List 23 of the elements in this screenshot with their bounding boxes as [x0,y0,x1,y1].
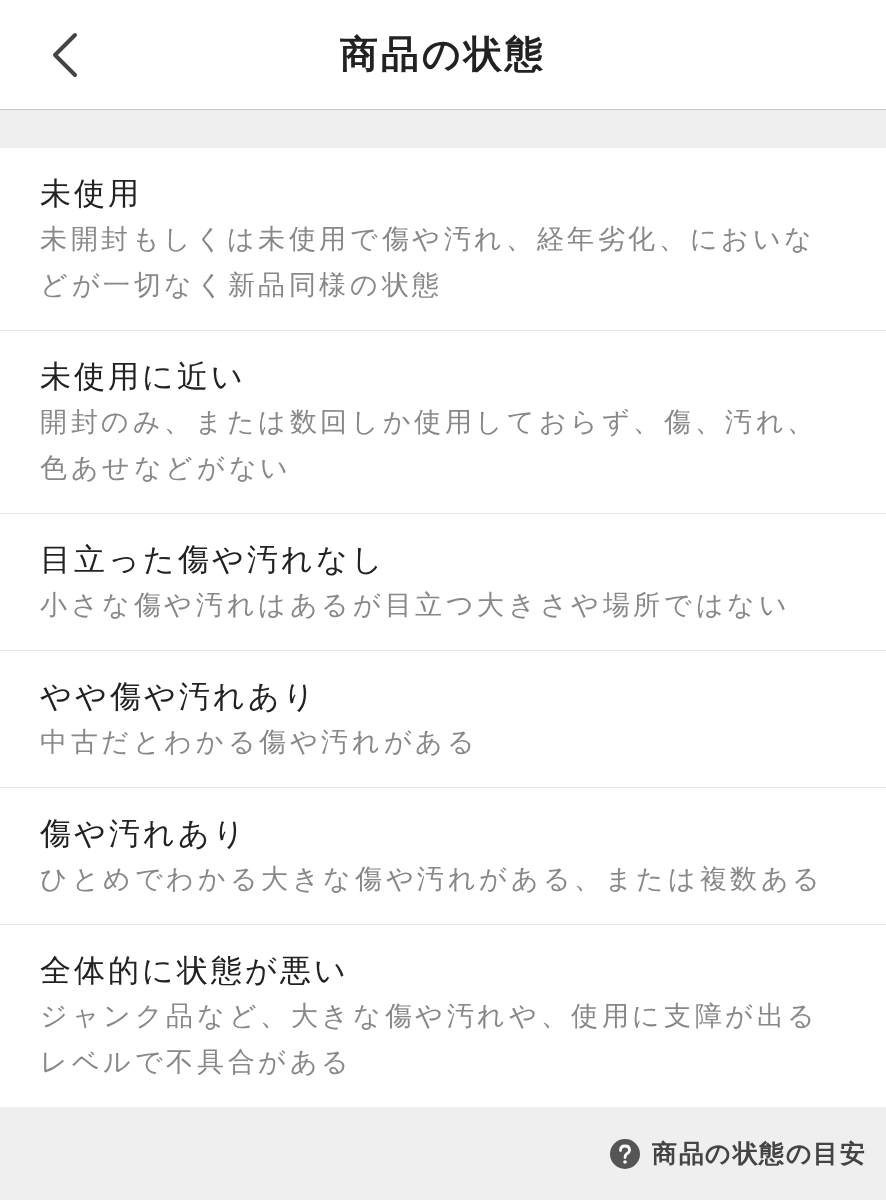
condition-title: やや傷や汚れあり [40,677,318,716]
condition-description: 中古だとわかる傷や汚れがある [40,725,480,759]
condition-title: 未使用に近い [40,357,246,396]
condition-option[interactable]: 未使用に近い 開封のみ、または数回しか使用しておらず、傷、汚れ、色あせなどがない [0,331,886,514]
condition-option[interactable]: 全体的に状態が悪い ジャンク品など、大きな傷や汚れや、使用に支障が出るレベルで不具合がある [0,925,886,1107]
page-title: 商品の状態 [340,31,546,78]
condition-description: ジャンク品など、大きな傷や汚れや、使用に支障が出るレベルで不具合がある [40,999,820,1079]
chevron-left-icon [50,32,78,78]
condition-option[interactable]: 未使用 未開封もしくは未使用で傷や汚れ、経年劣化、においなどが一切なく新品同様の状態 [0,148,886,331]
help-link[interactable]: 商品の状態の目安 [610,1137,866,1170]
condition-description: 小さな傷や汚れはあるが目立つ大きさや場所ではない [40,588,792,622]
condition-title: 未使用 [40,174,142,213]
condition-description: ひとめでわかる大きな傷や汚れがある、または複数ある [40,862,825,896]
condition-option[interactable]: やや傷や汚れあり 中古だとわかる傷や汚れがある [0,651,886,788]
back-button[interactable] [50,32,78,78]
condition-description: 未開封もしくは未使用で傷や汚れ、経年劣化、においなどが一切なく新品同様の状態 [40,222,817,302]
condition-description: 開封のみ、または数回しか使用しておらず、傷、汚れ、色あせなどがない [40,405,819,485]
condition-option[interactable]: 傷や汚れあり ひとめでわかる大きな傷や汚れがある、または複数ある [0,788,886,925]
condition-option[interactable]: 目立った傷や汚れなし 小さな傷や汚れはあるが目立つ大きさや場所ではない [0,514,886,651]
condition-title: 全体的に状態が悪い [40,951,349,990]
condition-title: 目立った傷や汚れなし [40,540,386,579]
question-icon [610,1138,640,1169]
condition-title: 傷や汚れあり [40,814,248,853]
